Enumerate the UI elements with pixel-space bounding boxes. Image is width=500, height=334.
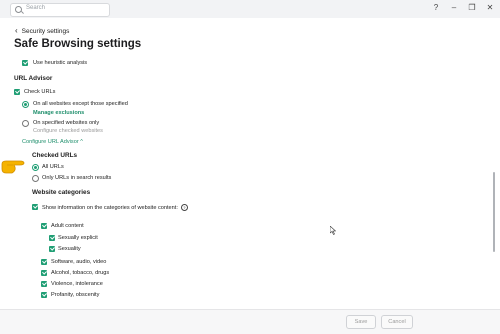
category-label-violence: Violence, intolerance <box>51 281 103 287</box>
cancel-button[interactable]: Cancel <box>381 315 413 329</box>
footer-bar: Save Cancel <box>0 309 500 334</box>
category-label-adult-content: Adult content <box>51 223 84 229</box>
category-checkbox-software[interactable] <box>41 259 47 265</box>
configure-checked-websites-link: Configure checked websites <box>33 128 103 134</box>
show-categories-checkbox[interactable] <box>32 204 38 210</box>
show-categories-label: Show information on the categories of we… <box>42 204 188 211</box>
category-checkbox-adult-content[interactable] <box>41 223 47 229</box>
manage-exclusions-link[interactable]: Manage exclusions <box>33 110 84 116</box>
info-icon[interactable]: ? <box>180 204 188 211</box>
search-placeholder: Search <box>26 5 46 11</box>
website-categories-heading: Website categories <box>32 189 91 196</box>
chevron-left-icon: ‹ <box>15 26 18 35</box>
check-urls-checkbox[interactable] <box>14 89 20 95</box>
minimize-icon[interactable]: – <box>448 3 460 12</box>
category-checkbox-profanity[interactable] <box>41 292 47 298</box>
chevron-up-icon: ^ <box>80 139 83 145</box>
specified-websites-radio[interactable] <box>22 120 29 127</box>
all-urls-label: All URLs <box>42 164 64 170</box>
heuristic-label: Use heuristic analysis <box>33 60 88 66</box>
category-label-sexuality: Sexuality <box>58 246 81 252</box>
heuristic-checkbox[interactable] <box>22 60 28 66</box>
scrollbar-thumb[interactable] <box>493 172 495 252</box>
configure-url-advisor-label: Configure URL Advisor <box>22 139 79 145</box>
pointing-hand-icon <box>1 160 25 174</box>
save-button[interactable]: Save <box>346 315 376 329</box>
specified-websites-label: On specified websites only <box>33 120 100 126</box>
all-websites-label: On all websites except those specified <box>33 101 128 107</box>
search-results-urls-label: Only URLs in search results <box>42 175 112 181</box>
search-results-urls-radio[interactable] <box>32 175 39 182</box>
category-label-sexually-explicit: Sexually explicit <box>58 235 98 241</box>
all-websites-radio[interactable] <box>22 101 29 108</box>
all-urls-radio[interactable] <box>32 164 39 171</box>
page-title: Safe Browsing settings <box>14 38 142 50</box>
category-label-profanity: Profanity, obscenity <box>51 292 100 298</box>
category-label-software: Software, audio, video <box>51 259 107 265</box>
back-label: Security settings <box>21 28 70 35</box>
checked-urls-heading: Checked URLs <box>32 152 78 159</box>
close-icon[interactable]: ✕ <box>484 3 496 12</box>
show-categories-text: Show information on the categories of we… <box>42 204 178 211</box>
restore-icon[interactable]: ❐ <box>466 3 478 12</box>
title-bar: Search ? – ❐ ✕ <box>0 0 500 18</box>
search-icon <box>15 6 22 13</box>
help-icon[interactable]: ? <box>430 3 442 12</box>
mouse-cursor-icon <box>330 226 336 235</box>
back-link[interactable]: ‹ Security settings <box>15 26 69 35</box>
category-checkbox-sexually-explicit[interactable] <box>49 235 55 241</box>
search-input[interactable]: Search <box>10 3 110 17</box>
category-checkbox-alcohol[interactable] <box>41 270 47 276</box>
category-label-alcohol: Alcohol, tobacco, drugs <box>51 270 110 276</box>
category-checkbox-sexuality[interactable] <box>49 246 55 252</box>
check-urls-label: Check URLs <box>24 89 56 95</box>
url-advisor-heading: URL Advisor <box>14 75 53 82</box>
category-checkbox-violence[interactable] <box>41 281 47 287</box>
configure-url-advisor-link[interactable]: Configure URL Advisor ^ <box>22 139 83 145</box>
